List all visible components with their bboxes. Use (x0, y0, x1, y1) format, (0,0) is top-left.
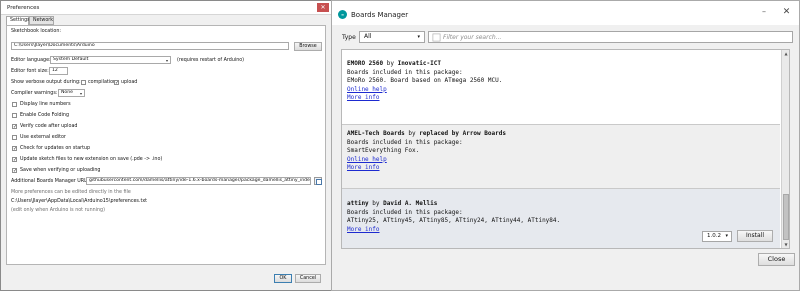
scroll-up-icon[interactable]: ▲ (782, 50, 789, 57)
boards-manager-window: ∞ Boards Manager – ✕ Type All ▾ EMORO 25… (331, 0, 800, 291)
more-prefs-note: More preferences can be edited directly … (11, 190, 131, 195)
verify-after-upload-label: Verify code after upload (20, 124, 78, 129)
filter-bar: Type All ▾ (332, 27, 799, 47)
close-button[interactable]: Close (758, 253, 795, 266)
board-name: AMEL-Tech Boards (347, 130, 405, 137)
version-value: 1.0.2 (707, 233, 721, 239)
preferences-title: Preferences (7, 5, 40, 11)
upload-label: upload (121, 80, 138, 85)
boards-included-label: Boards included in this package: (347, 68, 463, 76)
check-updates-label: Check for updates on startup (20, 146, 91, 151)
display-line-numbers-checkbox[interactable] (12, 102, 17, 107)
compiler-warnings-select[interactable]: None ▾ (58, 89, 85, 97)
board-author: replaced by Arrow Boards (419, 130, 506, 137)
boards-list: EMORO 2560 by Inovatic-ICT Boards includ… (341, 49, 790, 249)
save-when-verifying-checkbox[interactable]: ✓ (12, 168, 17, 174)
verbose-label: Show verbose output during: (11, 80, 81, 85)
chevron-down-icon: ▾ (725, 233, 728, 239)
search-icon (432, 33, 441, 42)
board-name: EMORO 2560 (347, 60, 384, 67)
verify-after-upload-checkbox[interactable]: ✓ (12, 124, 17, 130)
boards-manager-titlebar: ∞ Boards Manager – ✕ (332, 1, 799, 25)
preferences-titlebar: Preferences ✕ (1, 1, 331, 15)
check-updates-checkbox[interactable]: ✓ (12, 146, 17, 152)
board-header: EMORO 2560 by Inovatic-ICT (347, 60, 780, 69)
code-folding-checkbox[interactable] (12, 113, 17, 118)
sketchbook-location-input[interactable]: C:\Users\Jlayer\Documents\Arduino (11, 42, 289, 50)
window-close-icon[interactable]: ✕ (776, 5, 797, 19)
board-author: David A. Mellis (383, 200, 438, 207)
edit-note: (edit only when Arduino is not running) (11, 208, 105, 213)
list-item[interactable]: EMORO 2560 by Inovatic-ICT Boards includ… (342, 50, 780, 114)
boards-included-list: ATtiny25, ATtiny45, ATtiny85, ATtiny24, … (347, 217, 561, 224)
search-input[interactable] (443, 32, 783, 42)
code-folding-label: Enable Code Folding (20, 113, 69, 118)
more-info-link[interactable]: More info (347, 226, 380, 235)
search-box (428, 31, 793, 43)
compiler-warnings-label: Compiler warnings: (11, 91, 58, 96)
arduino-logo-icon: ∞ (338, 10, 347, 19)
compilation-label: compilation (88, 80, 117, 85)
editor-language-label: Editor language: (11, 58, 51, 63)
upload-checkbox[interactable]: ✓ (114, 80, 119, 86)
chevron-down-icon: ▾ (79, 91, 82, 96)
url-list-icon[interactable] (314, 177, 322, 185)
restart-note: (requires restart of Arduino) (177, 58, 245, 63)
type-value: All (364, 33, 372, 40)
board-author: Inovatic-ICT (397, 60, 441, 67)
preferences-close-icon[interactable]: ✕ (317, 3, 329, 12)
more-info-link[interactable]: More info (347, 94, 380, 103)
type-label: Type (342, 34, 356, 41)
boards-url-label: Additional Boards Manager URLs: (11, 179, 91, 184)
prefs-file-path[interactable]: C:\Users\Jlayer\AppData\Local\Arduino15\… (11, 199, 147, 204)
external-editor-checkbox[interactable] (12, 135, 17, 140)
online-help-link[interactable]: Online help (347, 86, 387, 95)
sketchbook-label: Sketchbook location: (11, 29, 62, 34)
settings-panel: Sketchbook location: C:\Users\Jlayer\Doc… (6, 25, 326, 265)
chevron-down-icon: ▾ (165, 58, 168, 63)
more-info-link[interactable]: More info (347, 164, 380, 173)
update-extension-checkbox[interactable]: ✓ (12, 157, 17, 163)
list-scrollbar[interactable]: ▲ ▼ (781, 50, 789, 248)
version-select[interactable]: 1.0.2 ▾ (702, 231, 732, 242)
compiler-warnings-value: None (61, 90, 73, 95)
board-by: by (383, 60, 398, 67)
browse-button[interactable]: Browse (294, 42, 322, 51)
board-by: by (404, 130, 420, 137)
ok-button[interactable]: OK (274, 274, 292, 283)
update-extension-label: Update sketch files to new extension on … (20, 157, 163, 162)
external-editor-label: Use external editor (20, 135, 66, 140)
tab-network[interactable]: Network (29, 16, 54, 25)
board-name: attiny (347, 200, 369, 207)
scroll-down-icon[interactable]: ▼ (782, 241, 789, 248)
scrollbar-thumb[interactable] (783, 194, 789, 240)
online-help-link[interactable]: Online help (347, 156, 387, 165)
minimize-icon[interactable]: – (758, 7, 770, 19)
boards-manager-title: Boards Manager (351, 11, 409, 19)
editor-language-value: System Default (53, 57, 89, 62)
editor-language-select[interactable]: System Default ▾ (50, 56, 171, 64)
font-size-input[interactable]: 12 (49, 67, 68, 75)
compilation-checkbox[interactable] (81, 80, 86, 85)
preferences-window: Preferences ✕ Settings Network Sketchboo… (0, 0, 332, 291)
list-item[interactable]: AMEL-Tech Boards by replaced by Arrow Bo… (342, 124, 780, 188)
display-line-numbers-label: Display line numbers (20, 102, 71, 107)
board-header: attiny by David A. Mellis (347, 200, 780, 209)
boards-included-label: Boards included in this package: (347, 208, 463, 216)
board-header: AMEL-Tech Boards by replaced by Arrow Bo… (347, 130, 780, 139)
boards-included-list: SmartEverything Fox. (347, 147, 420, 154)
chevron-down-icon: ▾ (417, 34, 420, 40)
type-select[interactable]: All ▾ (359, 31, 425, 43)
install-button[interactable]: Install (737, 230, 773, 242)
boards-included-label: Boards included in this package: (347, 138, 463, 146)
cancel-button[interactable]: Cancel (295, 274, 321, 283)
font-size-label: Editor font size: (11, 69, 49, 74)
save-when-verifying-label: Save when verifying or uploading (20, 168, 101, 173)
board-by: by (368, 200, 384, 207)
boards-included-list: EMoRo 2560. Board based on ATmega 2560 M… (347, 77, 503, 84)
boards-url-input[interactable]: githubusercontent.com/damellis/attiny/id… (86, 177, 311, 185)
